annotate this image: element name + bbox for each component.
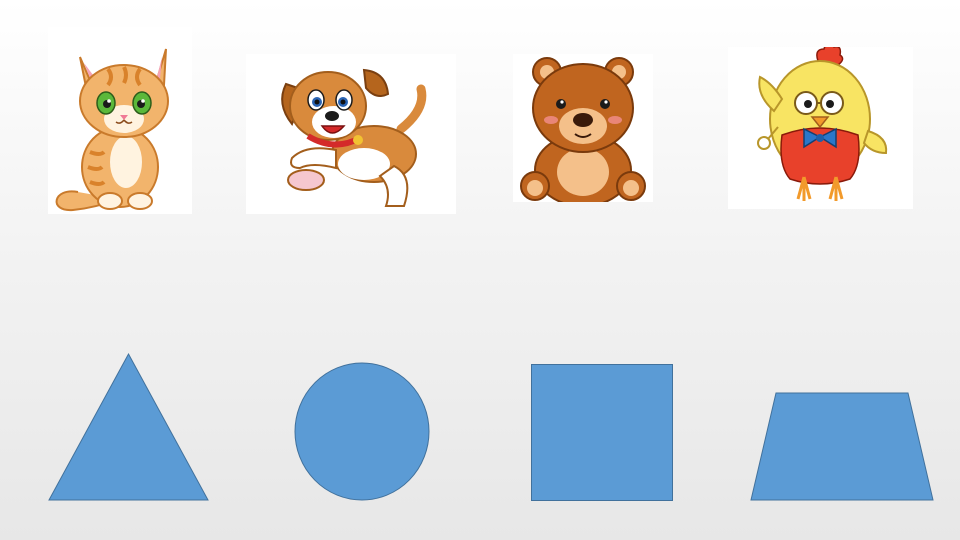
cat-illustration-icon	[55, 48, 169, 212]
chick-picture	[728, 47, 913, 209]
chick-illustration-icon	[757, 47, 888, 201]
bear-illustration-icon	[520, 57, 646, 202]
trapezoid-shape[interactable]	[750, 392, 934, 501]
circle-shape[interactable]	[294, 362, 430, 501]
dog-illustration-icon	[281, 68, 427, 207]
circle-icon	[294, 362, 430, 501]
bear-picture	[513, 54, 653, 202]
square-shape[interactable]	[531, 364, 673, 501]
triangle-icon	[48, 352, 209, 501]
triangle-shape[interactable]	[48, 352, 209, 501]
trapezoid-icon	[750, 392, 934, 501]
cat-picture	[48, 27, 192, 214]
dog-picture	[246, 54, 456, 214]
square-icon	[531, 364, 673, 501]
